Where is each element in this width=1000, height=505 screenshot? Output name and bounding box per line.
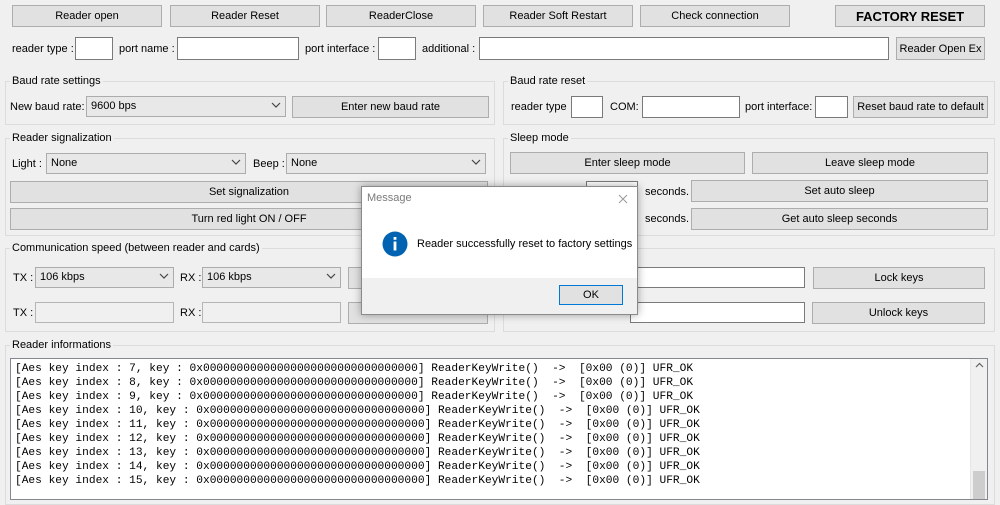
chevron-down-icon: [159, 273, 169, 279]
light-select[interactable]: None: [46, 153, 246, 174]
reset-baud-rate-button[interactable]: Reset baud rate to default: [853, 96, 988, 118]
factory-reset-button[interactable]: FACTORY RESET: [835, 5, 985, 27]
dialog-title: Message: [367, 192, 412, 204]
rx-speed-readout: [202, 302, 341, 323]
reset-reader-type-label: reader type: [511, 101, 567, 113]
reader-type-input[interactable]: [75, 37, 113, 60]
reader-type-label: reader type :: [12, 43, 74, 55]
ok-button[interactable]: OK: [559, 285, 623, 305]
log-line: [Aes key index : 10, key : 0x00000000000…: [15, 405, 700, 417]
com-input[interactable]: [642, 96, 740, 118]
check-connection-button[interactable]: Check connection: [640, 5, 790, 27]
dialog-titlebar[interactable]: Message: [362, 187, 637, 211]
new-baud-rate-label: New baud rate:: [10, 101, 85, 113]
set-auto-sleep-button[interactable]: Set auto sleep: [691, 180, 988, 202]
reader-informations-title: Reader informations: [10, 339, 114, 351]
rx-speed-select[interactable]: 106 kbps: [202, 267, 341, 288]
message-dialog: Message Reader successfully reset to fac…: [361, 186, 638, 315]
com-label: COM:: [610, 101, 639, 113]
baud-rate-settings-title: Baud rate settings: [10, 75, 103, 87]
light-label: Light :: [12, 158, 42, 170]
log-textarea[interactable]: [Aes key index : 7, key : 0x000000000000…: [10, 358, 988, 500]
enter-sleep-mode-button[interactable]: Enter sleep mode: [510, 152, 745, 174]
log-line: [Aes key index : 15, key : 0x00000000000…: [15, 475, 700, 487]
lock-keys-button[interactable]: Lock keys: [813, 267, 985, 289]
port-interface-input[interactable]: [378, 37, 416, 60]
log-lines: [Aes key index : 7, key : 0x000000000000…: [11, 359, 987, 488]
log-line: [Aes key index : 13, key : 0x00000000000…: [15, 447, 700, 459]
rx-speed-value: 106 kbps: [207, 271, 252, 283]
log-line: [Aes key index : 9, key : 0x000000000000…: [15, 391, 694, 403]
tx-speed-value: 106 kbps: [40, 271, 85, 283]
reader-soft-restart-button[interactable]: Reader Soft Restart: [483, 5, 633, 27]
info-icon: [382, 231, 408, 257]
log-line: [Aes key index : 14, key : 0x00000000000…: [15, 461, 700, 473]
beep-label: Beep :: [253, 158, 285, 170]
enter-new-baud-rate-button[interactable]: Enter new baud rate: [292, 96, 489, 118]
sleep-mode-title: Sleep mode: [508, 132, 571, 144]
rx-label-2: RX :: [180, 307, 202, 319]
reader-signalization-title: Reader signalization: [10, 132, 114, 144]
seconds-label-1: seconds.: [645, 186, 690, 198]
leave-sleep-mode-button[interactable]: Leave sleep mode: [752, 152, 988, 174]
unlock-password-input[interactable]: [630, 302, 805, 323]
chevron-down-icon: [471, 159, 481, 165]
beep-select[interactable]: None: [286, 153, 486, 174]
new-baud-rate-select[interactable]: 9600 bps: [86, 96, 286, 117]
dialog-footer: OK: [362, 278, 637, 314]
reset-port-interface-label: port interface:: [745, 101, 813, 113]
log-line: [Aes key index : 8, key : 0x000000000000…: [15, 377, 694, 389]
tx-speed-select[interactable]: 106 kbps: [35, 267, 174, 288]
additional-input[interactable]: [479, 37, 889, 60]
scroll-thumb[interactable]: [973, 471, 985, 499]
port-name-input[interactable]: [177, 37, 299, 60]
port-interface-label: port interface :: [305, 43, 376, 55]
tx-label: TX :: [13, 272, 34, 284]
new-baud-rate-value: 9600 bps: [91, 100, 137, 112]
reader-open-button[interactable]: Reader open: [12, 5, 162, 27]
get-auto-sleep-button[interactable]: Get auto sleep seconds: [691, 208, 988, 230]
additional-label: additional :: [422, 43, 476, 55]
scroll-up-icon[interactable]: [975, 361, 984, 370]
unlock-keys-button[interactable]: Unlock keys: [812, 302, 985, 324]
log-line: [Aes key index : 7, key : 0x000000000000…: [15, 363, 694, 375]
lock-password-input[interactable]: [630, 267, 805, 288]
reader-reset-button[interactable]: Reader Reset: [170, 5, 320, 27]
dialog-message: Reader successfully reset to factory set…: [417, 238, 633, 250]
reader-open-ex-button[interactable]: Reader Open Ex: [896, 37, 985, 60]
port-name-label: port name :: [119, 43, 175, 55]
tx-label-2: TX :: [13, 307, 34, 319]
reset-port-interface-input[interactable]: [815, 96, 848, 118]
baud-rate-reset-title: Baud rate reset: [508, 75, 588, 87]
chevron-down-icon: [326, 273, 336, 279]
beep-value: None: [291, 157, 318, 169]
chevron-down-icon: [231, 159, 241, 165]
rx-label: RX :: [180, 272, 202, 284]
reset-reader-type-input[interactable]: [571, 96, 603, 118]
close-icon[interactable]: [618, 194, 628, 204]
communication-speed-title: Communication speed (between reader and …: [10, 242, 262, 254]
chevron-down-icon: [271, 102, 281, 108]
seconds-label-2: seconds.: [645, 213, 690, 225]
log-line: [Aes key index : 12, key : 0x00000000000…: [15, 433, 700, 445]
light-value: None: [51, 157, 78, 169]
tx-speed-readout: [35, 302, 174, 323]
reader-close-button[interactable]: ReaderClose: [326, 5, 476, 27]
log-scrollbar[interactable]: [970, 359, 987, 499]
log-line: [Aes key index : 11, key : 0x00000000000…: [15, 419, 700, 431]
